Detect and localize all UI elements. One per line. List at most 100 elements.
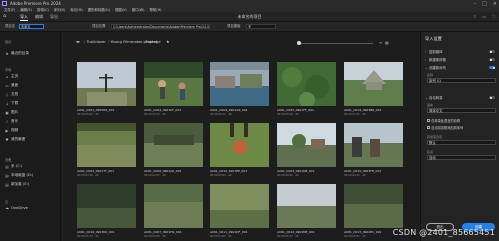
favorite-star-icon[interactable]: ★ [166, 39, 170, 44]
document-icon: ▯ [6, 92, 8, 97]
premiere-logo-icon [2, 1, 7, 6]
clip-meta: 00:00:04:12 · 4K [144, 113, 166, 116]
sidebar-item-home[interactable]: ⌂ 主页 [5, 74, 18, 79]
thumbnail-zoom-slider[interactable]: ≡ ▦ [297, 40, 389, 45]
clip-name: A001_C012_0902NE_001 [277, 230, 315, 234]
clip-tile[interactable]: A001_C011_0902DF_001 00:00:04:05 · 4K [210, 184, 269, 238]
create-sequence-toggle[interactable] [489, 66, 495, 69]
new-bin-row[interactable]: › 新建素材箱 [425, 57, 497, 62]
sidebar-item-desktop[interactable]: ▭ 桌面 [5, 83, 18, 88]
minimize-icon[interactable]: – [474, 1, 477, 7]
clip-name: A001_C015_0903FR_001 [344, 169, 382, 173]
clip-name: A001_C010_0901EE_001 [210, 169, 248, 173]
project-name: 未命名的项目 [237, 14, 262, 19]
sidebar-item-recent[interactable]: ★ 最近的目录 [5, 51, 29, 56]
heart-icon: ♥ [5, 137, 9, 142]
auto-transcribe-toggle[interactable] [489, 96, 495, 99]
clip-tile[interactable]: A001_C005_0901FF_001 00:00:05:20 · 4K [277, 62, 336, 116]
star-icon: ★ [5, 51, 9, 56]
clip-tile[interactable]: A001_C001_0905RS_001 00:00:05:02 · 4K [77, 62, 136, 116]
quick-export-icon[interactable]: ▭ [482, 14, 486, 19]
clip-name: A001_C009_0901GS_001 [210, 108, 248, 112]
language-label: 语言 [427, 103, 434, 107]
clip-tile[interactable]: A001_C016_0903KK_001 00:00:05:14 · 4K [77, 184, 136, 238]
clip-thumbnail [344, 184, 403, 228]
download-icon: ↓ [5, 101, 9, 106]
folder-icon: ▬ [76, 39, 80, 44]
clip-meta: 00:00:04:22 · 4K [344, 174, 366, 177]
clip-tile[interactable]: A001_C010_0901EE_001 00:00:05:09 · 4K [210, 123, 269, 177]
clip-tile[interactable]: A001_C014_0903BR_001 00:00:07:01 · 4K [344, 62, 403, 116]
sidebar-item-videos[interactable]: ▶ 视频 [5, 128, 19, 133]
sequence-name-input[interactable]: 序列 01 [427, 78, 496, 83]
sidebar-item-favorites[interactable]: ♥ 我的最爱 [5, 137, 25, 142]
recent-section-label: 最近 [5, 40, 12, 44]
project-name-input[interactable]: 未命名 [19, 24, 44, 29]
clip-name: A001_C001_0905RS_001 [77, 108, 115, 112]
local-section-label: 本地 [5, 68, 12, 72]
share-icon[interactable]: ⇪ [473, 14, 476, 19]
checkbox[interactable] [427, 126, 430, 129]
clip-tile[interactable]: A001_C012_0902NE_001 00:00:06:17 · 4K [277, 184, 336, 238]
breadcrumb-item[interactable]: / Trailblazer [84, 39, 106, 44]
cloud-section-label: 云 [5, 200, 9, 204]
transcribe-language-checkbox[interactable]: 仅转录此语言的剪辑 [427, 118, 460, 123]
transcribe-preset-select[interactable]: 默认 [427, 140, 496, 145]
clip-tile[interactable]: A001_C015_0903FR_001 00:00:04:22 · 4K [344, 123, 403, 177]
clip-meta: 00:00:04:07 · 4K [144, 174, 166, 177]
create-sequence-row[interactable]: ⌄ 创建新序列 [425, 65, 497, 70]
project-template-select[interactable]: 无 [246, 24, 276, 29]
close-icon[interactable]: × [493, 1, 497, 7]
language-select[interactable]: 简体中文 [427, 108, 496, 113]
window-controls: – □ × [474, 0, 497, 7]
maximize-icon[interactable]: □ [482, 1, 487, 7]
clip-thumbnail [144, 62, 203, 106]
auto-transcribe-row[interactable]: ⌄ 自动转录 [425, 95, 497, 100]
app-title: Adobe Premiere Pro 2024 [10, 1, 61, 6]
sidebar-item-music[interactable]: ♪ 音乐 [5, 119, 18, 124]
zoom-handle[interactable] [297, 41, 301, 45]
new-bin-toggle[interactable] [489, 58, 495, 61]
video-icon: ▶ [5, 128, 9, 133]
clip-tile[interactable]: A001_C007_0901HS_001 00:00:03:09 · 4K [144, 184, 203, 238]
list-view-icon[interactable]: ≡ [379, 40, 382, 45]
sidebar-item-onedrive[interactable]: ☁ OneDrive [5, 206, 28, 210]
project-name-label: 项目名 [5, 24, 16, 28]
drive-icon: ▤ [5, 173, 9, 178]
sidebar-item-drive-e[interactable]: ▤ 新加卷 (E:) [5, 182, 29, 187]
track-select[interactable]: 自动 [427, 155, 496, 160]
clip-meta: 00:00:05:20 · 4K [277, 113, 299, 116]
fullscreen-icon[interactable]: ⛶ [492, 14, 495, 19]
breadcrumb-item[interactable]: / Footage [143, 39, 161, 44]
grid-view-icon[interactable]: ▦ [385, 40, 389, 45]
sidebar-item-pictures[interactable]: ▣ 图片 [5, 110, 18, 115]
cloud-icon: ☁ [5, 206, 9, 210]
clip-meta: 00:00:03:09 · 4K [144, 235, 166, 238]
clip-meta: 00:00:05:14 · 4K [77, 235, 99, 238]
clip-name: A001_C005_0901FF_001 [277, 108, 314, 112]
clip-name: A001_C016_0903KK_001 [77, 230, 115, 234]
header-actions: ⇪ ▭ ⛶ [473, 14, 495, 19]
sidebar-item-downloads[interactable]: ↓ 下载 [5, 101, 18, 106]
add-to-sequence-checkbox[interactable]: 自动将剪辑添加到序列 [427, 125, 463, 130]
clip-meta: 00:00:06:02 · 4K [277, 174, 299, 177]
panel-title: 导入设置 [425, 36, 442, 41]
project-location-select[interactable]: C:\Users\Administrator\Documents\Adobe\P… [111, 24, 210, 29]
clip-meta: 00:00:04:05 · 4K [210, 235, 232, 238]
sidebar-item-documents[interactable]: ▯ 文档 [5, 92, 18, 97]
image-icon: ▣ [5, 110, 9, 115]
clip-thumbnail [277, 123, 336, 167]
import-settings-panel: 导入设置 › 复制媒体 › 新建素材箱 ⌄ 创建新序列 名称 序列 01 ⌄ 自… [420, 32, 499, 241]
copy-media-row[interactable]: › 复制媒体 [425, 49, 497, 54]
clip-tile[interactable]: A001_C003_0901KB_001 00:00:06:02 · 4K [277, 123, 336, 177]
clip-tile[interactable]: A001_C006_0901AK_001 00:00:04:07 · 4K [144, 123, 203, 177]
clip-thumbnail [210, 184, 269, 228]
clip-tile[interactable]: A001_C002_0901TT_001 00:00:03:18 · 4K [77, 123, 136, 177]
checkbox[interactable] [427, 119, 430, 122]
sidebar-item-drive-c[interactable]: ▤ 系 (C:) [5, 164, 22, 169]
clip-tile[interactable]: A001_C009_0901GS_001 00:00:06:11 · 4K [210, 62, 269, 116]
clip-thumbnail [77, 62, 136, 106]
clip-tile[interactable]: A001_C004_0901KF_001 00:00:04:12 · 4K [144, 62, 203, 116]
sidebar-item-drive-d[interactable]: ▤ 本地磁盘 (D:) [5, 173, 33, 178]
copy-media-toggle[interactable] [489, 50, 495, 53]
